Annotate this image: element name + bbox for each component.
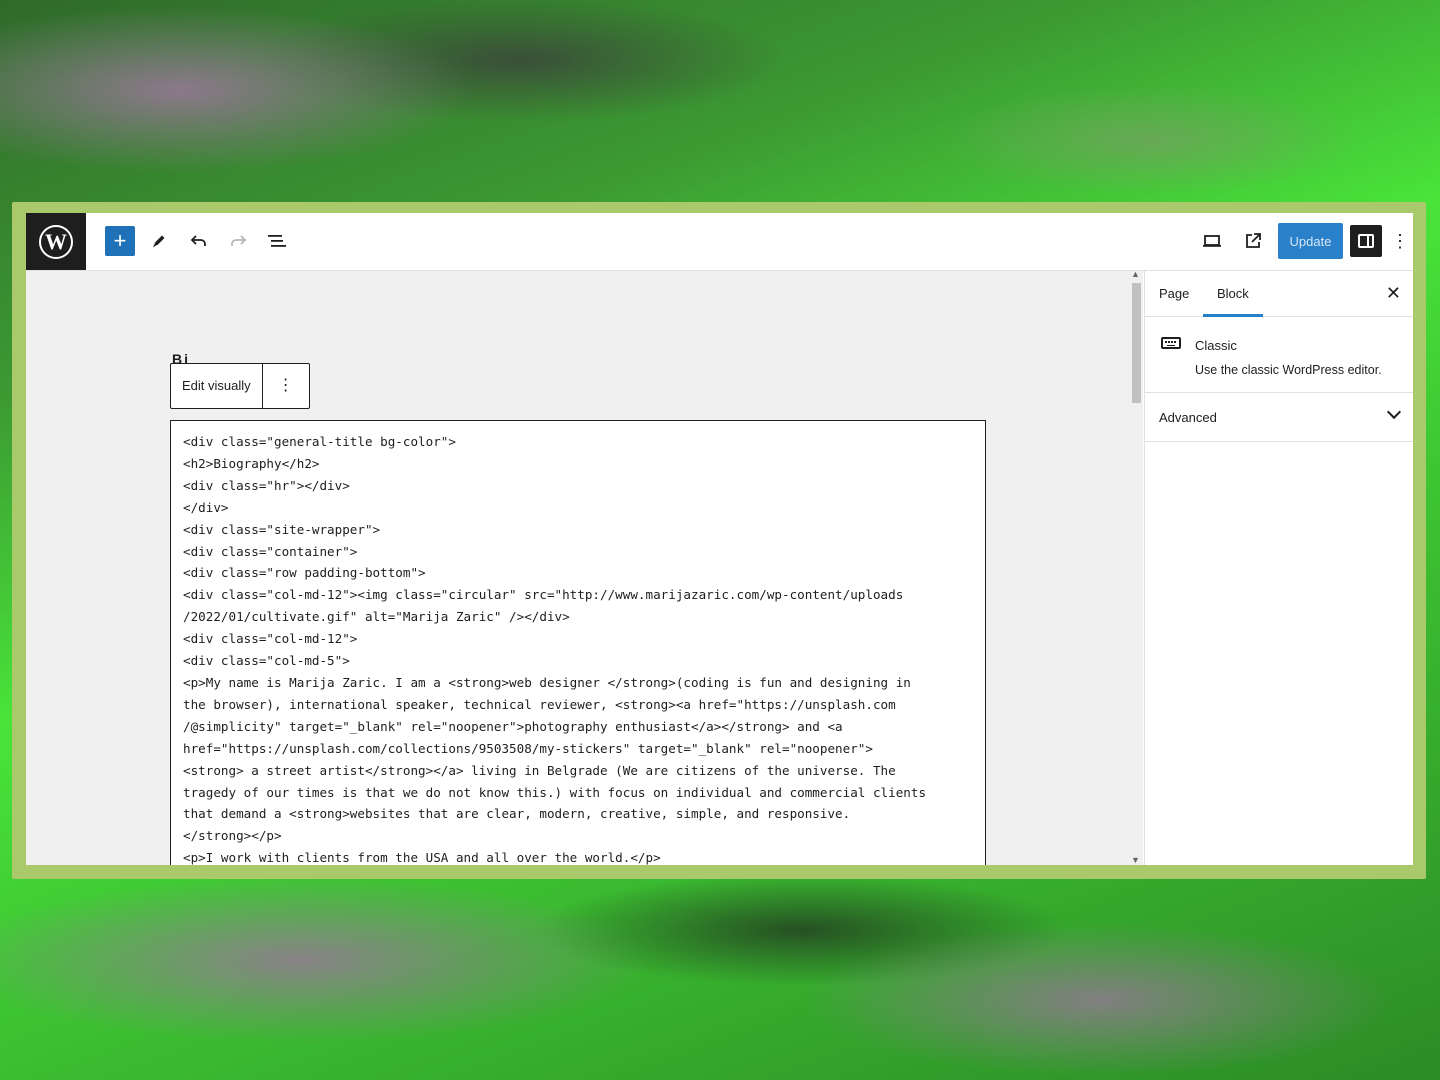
undo-button[interactable] <box>183 225 215 257</box>
editor-canvas: Bi Edit visually ⋮ <div class="general-t… <box>26 271 1129 865</box>
pencil-icon <box>153 235 165 248</box>
tab-block[interactable]: Block <box>1203 271 1263 317</box>
scroll-down-icon[interactable]: ▼ <box>1131 855 1140 865</box>
settings-sidebar: Page Block ✕ Classic Use the classic Wor… <box>1144 271 1413 865</box>
code-line: <div class="hr"></div> <box>183 477 350 493</box>
scrollbar-thumb[interactable] <box>1132 283 1141 403</box>
sidebar-tabs: Page Block ✕ <box>1145 271 1413 317</box>
tools-button[interactable] <box>143 225 175 257</box>
external-link-icon <box>1246 233 1261 248</box>
code-line: <h2>Biography</h2> <box>183 455 320 471</box>
keyboard-icon <box>1161 337 1181 349</box>
add-block-button[interactable]: + <box>105 226 135 256</box>
html-code-text: <div class="general-title bg-color"> <h2>… <box>183 431 973 865</box>
close-sidebar-button[interactable]: ✕ <box>1386 271 1401 316</box>
edit-visually-button[interactable]: Edit visually <box>171 364 263 408</box>
view-page-button[interactable] <box>1237 225 1269 257</box>
code-line: <div class="container"> <box>183 543 358 559</box>
options-menu-button[interactable]: ⋮ <box>1390 225 1410 257</box>
code-line: tragedy of our times is that we do not k… <box>183 784 927 800</box>
code-line: /2022/01/cultivate.gif" alt="Marija Zari… <box>183 609 570 625</box>
document-overview-button[interactable] <box>261 225 293 257</box>
code-line: <div class="row padding-bottom"> <box>183 565 426 581</box>
redo-button[interactable] <box>222 225 254 257</box>
block-description: Use the classic WordPress editor. <box>1195 363 1382 377</box>
code-line: <div class="col-md-5"> <box>183 653 350 669</box>
code-line: that demand a <strong>websites that are … <box>183 806 851 822</box>
scroll-up-icon[interactable]: ▲ <box>1131 269 1140 279</box>
canvas-scrollbar[interactable]: ▲ ▼ <box>1129 269 1143 865</box>
block-editor-window: W + Update ⋮ Bi Edit visually ⋮ <div cla… <box>26 213 1413 865</box>
settings-toggle-button[interactable] <box>1350 225 1382 257</box>
advanced-label: Advanced <box>1159 410 1217 425</box>
update-button[interactable]: Update <box>1278 223 1343 259</box>
tab-page[interactable]: Page <box>1159 271 1189 316</box>
code-line: </strong></p> <box>183 828 282 844</box>
advanced-panel-toggle[interactable]: Advanced <box>1145 393 1413 442</box>
block-card: Classic Use the classic WordPress editor… <box>1145 317 1413 393</box>
code-line: <strong> a street artist</strong></a> li… <box>183 762 896 778</box>
undo-icon <box>190 235 206 246</box>
code-line: <p>I work with clients from the USA and … <box>183 850 661 865</box>
code-line: the browser), international speaker, tec… <box>183 696 896 712</box>
chevron-down-icon <box>1386 404 1402 420</box>
editor-top-toolbar: W + Update ⋮ <box>26 213 1413 271</box>
sidebar-panel-icon <box>1358 234 1374 248</box>
block-options-button[interactable]: ⋮ <box>263 364 309 408</box>
redo-icon <box>231 235 247 246</box>
desktop-icon <box>1203 235 1221 247</box>
code-line: <div class="site-wrapper"> <box>183 521 381 537</box>
code-line: <div class="general-title bg-color"> <box>183 434 456 449</box>
block-name: Classic <box>1195 338 1237 353</box>
wordpress-logo-icon: W <box>39 224 73 259</box>
html-code-editor[interactable]: <div class="general-title bg-color"> <h2>… <box>170 420 986 865</box>
code-line: /@simplicity" target="_blank" rel="noope… <box>183 718 843 734</box>
wordpress-logo-button[interactable]: W <box>26 213 86 270</box>
code-line: href="https://unsplash.com/collections/9… <box>183 740 873 756</box>
preview-device-button[interactable] <box>1196 225 1228 257</box>
block-toolbar: Edit visually ⋮ <box>170 363 310 409</box>
code-line: </div> <box>183 499 229 515</box>
code-line: <div class="col-md-12"><img class="circu… <box>183 587 904 603</box>
code-line: <p>My name is Marija Zaric. I am a <stro… <box>183 674 911 690</box>
code-line: <div class="col-md-12"> <box>183 631 358 647</box>
list-view-icon <box>268 235 286 247</box>
